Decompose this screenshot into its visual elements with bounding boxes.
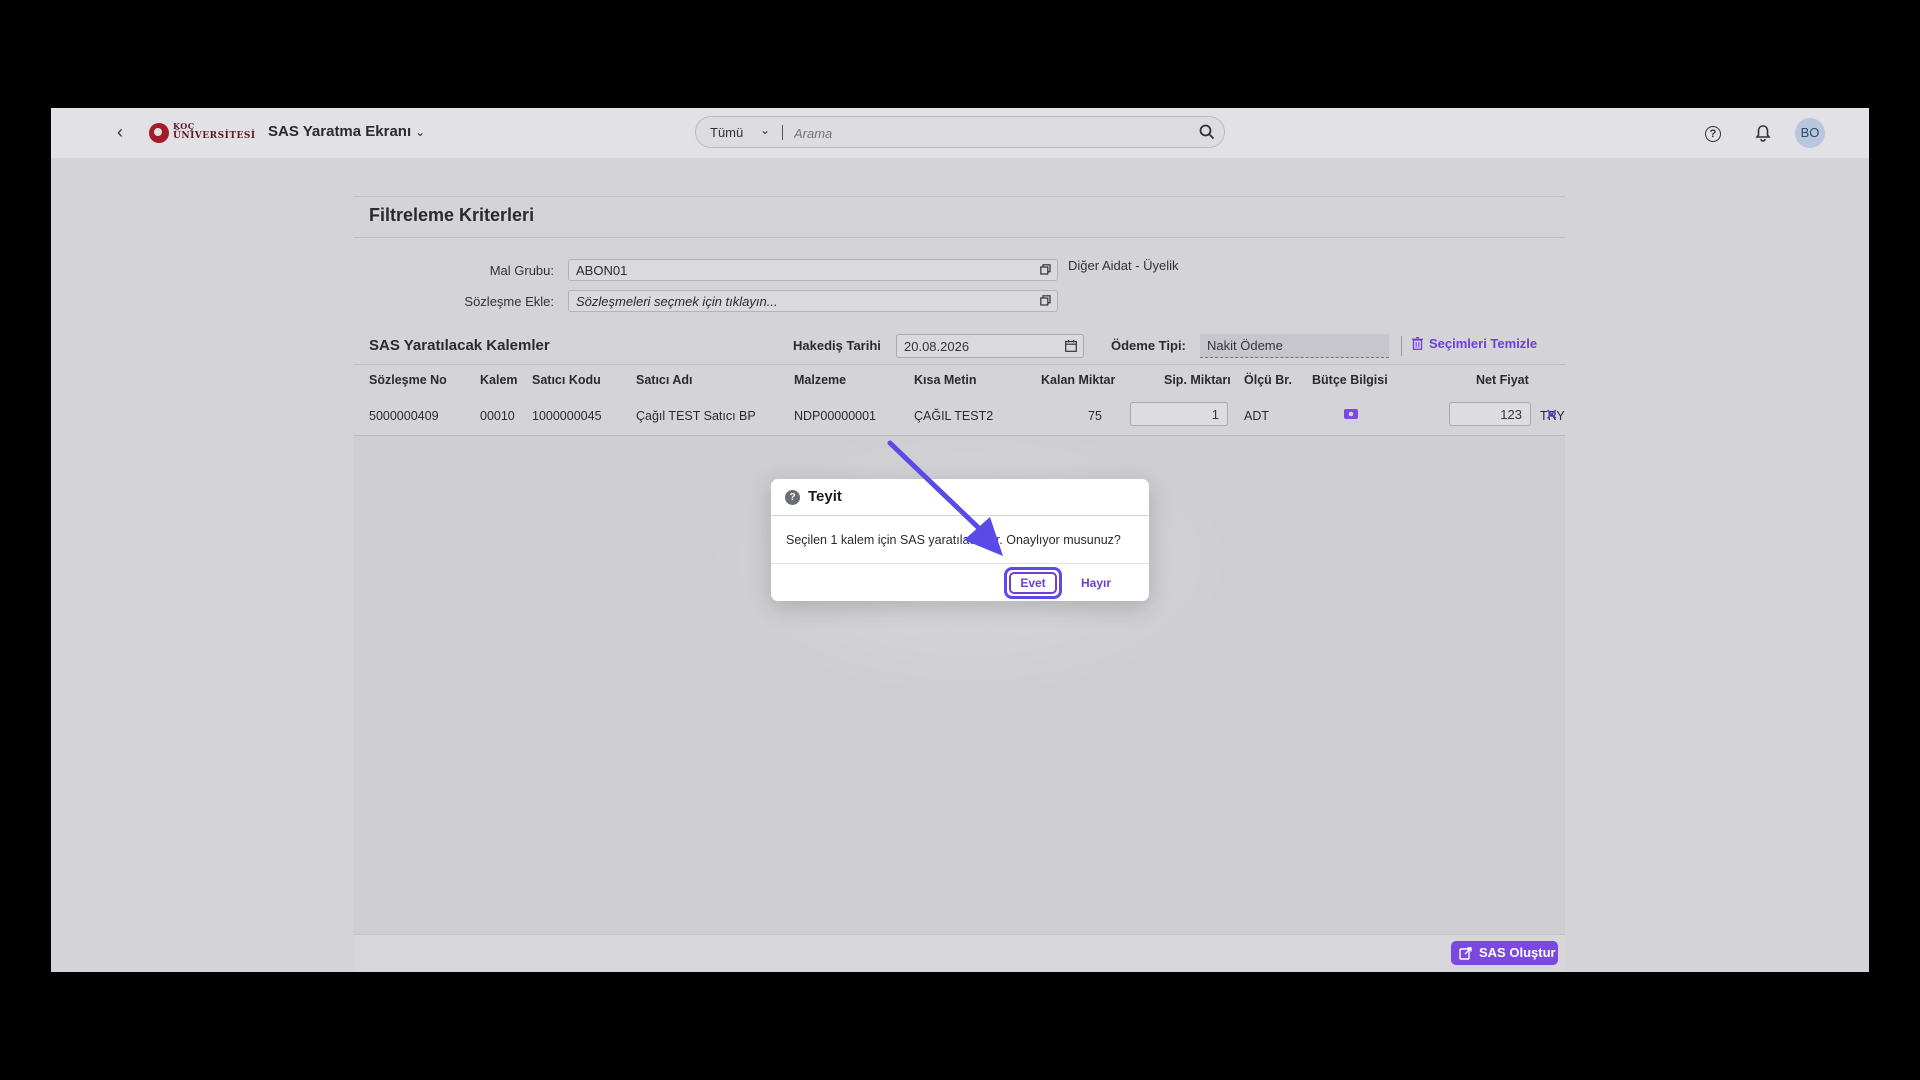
sozlesme-label: Sözleşme Ekle: <box>464 294 554 309</box>
value-help-icon[interactable] <box>1040 264 1051 275</box>
net-fiyat-input[interactable]: 123 <box>1449 402 1531 426</box>
dialog-title: Teyit <box>808 488 842 505</box>
evet-button[interactable]: Evet <box>1009 572 1057 594</box>
dialog-header: ? Teyit <box>771 479 1149 516</box>
mal-grubu-description: Diğer Aidat - Üyelik <box>1068 258 1179 273</box>
col-satici-kodu: Satıcı Kodu <box>532 373 601 387</box>
search-scope-select[interactable]: Tümü <box>710 125 743 140</box>
filter-form: Mal Grubu: ABON01 Diğer Aidat - Üyelik S… <box>354 238 1565 326</box>
university-logo[interactable]: KOÇ ÜNİVERSİTESİ <box>149 121 255 145</box>
col-sip-miktari: Sip. Miktarı <box>1164 373 1231 387</box>
shell-bar: ‹ KOÇ ÜNİVERSİTESİ SAS Yaratma Ekranı ⌄ T… <box>51 108 1869 158</box>
chevron-down-icon[interactable]: ⌄ <box>760 123 770 137</box>
page-top-strip <box>354 158 1565 197</box>
col-butce-bilgisi: Bütçe Bilgisi <box>1312 373 1388 387</box>
cell-malzeme: NDP00000001 <box>794 409 877 423</box>
col-net-fiyat: Net Fiyat <box>1476 373 1529 387</box>
confirm-dialog: ? Teyit Seçilen 1 kalem için SAS yaratıl… <box>771 479 1149 601</box>
odeme-label: Ödeme Tipi: <box>1111 338 1186 353</box>
cell-kalem: 00010 <box>480 409 515 423</box>
hakedis-date-picker[interactable]: 20.08.2026 <box>896 334 1084 358</box>
odeme-tipi-select[interactable]: Nakit Ödeme <box>1200 334 1389 358</box>
dialog-message: Seçilen 1 kalem için SAS yaratılacaktır.… <box>786 533 1121 547</box>
help-icon[interactable]: ? <box>1705 126 1721 142</box>
budget-info-icon[interactable] <box>1343 407 1359 421</box>
cell-olcu-br: ADT <box>1244 409 1269 423</box>
col-olcu-br: Ölçü Br. <box>1244 373 1292 387</box>
logo-line2: ÜNİVERSİTESİ <box>173 131 256 141</box>
items-title: SAS Yaratılacak Kalemler <box>369 337 550 354</box>
calendar-icon[interactable] <box>1065 340 1077 352</box>
cell-satici-adi: Çağıl TEST Satıcı BP <box>636 409 756 423</box>
sas-create-label: SAS Oluştur <box>1479 945 1556 960</box>
app-title-menu[interactable]: SAS Yaratma Ekranı ⌄ <box>268 123 425 140</box>
dialog-footer: Evet Hayır <box>771 563 1149 602</box>
mal-grubu-value: ABON01 <box>576 263 628 278</box>
cell-sozlesme-no: 5000000409 <box>369 409 439 423</box>
trash-icon <box>1412 337 1423 350</box>
mal-grubu-field[interactable]: ABON01 <box>568 259 1058 281</box>
page-footer: SAS Oluştur <box>354 934 1565 972</box>
col-kalan-miktar: Kalan Miktar <box>1041 373 1116 387</box>
question-icon: ? <box>785 490 800 505</box>
create-icon <box>1459 947 1472 960</box>
sas-create-button[interactable]: SAS Oluştur <box>1451 941 1558 965</box>
value-help-icon[interactable] <box>1040 295 1051 306</box>
items-table-header: Sözleşme No Kalem Satıcı Kodu Satıcı Adı… <box>354 365 1565 395</box>
col-satici-adi: Satıcı Adı <box>636 373 693 387</box>
filter-title: Filtreleme Kriterleri <box>369 205 535 225</box>
search-bar: Tümü ⌄ <box>695 116 1225 148</box>
filter-header: Filtreleme Kriterleri <box>354 197 1565 238</box>
items-toolbar: SAS Yaratılacak Kalemler Hakediş Tarihi … <box>354 326 1565 365</box>
sozlesme-field[interactable]: Sözleşmeleri seçmek için tıklayın... <box>568 290 1058 312</box>
search-divider <box>782 125 783 140</box>
app-title: SAS Yaratma Ekranı <box>268 123 412 140</box>
cell-satici-kodu: 1000000045 <box>532 409 602 423</box>
chevron-down-icon: ⌄ <box>415 125 426 139</box>
hakedis-label: Hakediş Tarihi <box>793 338 881 353</box>
mal-grubu-label: Mal Grubu: <box>489 263 554 278</box>
bell-icon[interactable] <box>1752 122 1774 144</box>
hayir-button[interactable]: Hayır <box>1073 572 1119 594</box>
cell-kalan-miktar: 75 <box>1088 409 1102 423</box>
logo-mark <box>149 123 169 143</box>
sozlesme-placeholder: Sözleşmeleri seçmek için tıklayın... <box>576 294 778 309</box>
hakedis-value: 20.08.2026 <box>904 339 970 354</box>
col-kalem: Kalem <box>480 373 518 387</box>
back-icon[interactable]: ‹ <box>110 122 130 142</box>
col-sozlesme-no: Sözleşme No <box>369 373 447 387</box>
avatar[interactable]: BO <box>1795 118 1825 148</box>
search-input[interactable] <box>792 123 1176 143</box>
clear-selections-button[interactable]: Seçimleri Temizle <box>1412 336 1537 351</box>
clear-selections-label: Seçimleri Temizle <box>1429 336 1538 351</box>
delete-row-icon[interactable]: ✕ <box>1545 405 1558 425</box>
logo-line1: KOÇ <box>173 121 195 131</box>
sip-miktari-input[interactable]: 1 <box>1130 402 1228 426</box>
col-malzeme: Malzeme <box>794 373 847 387</box>
toolbar-divider <box>1401 336 1402 356</box>
col-kisa-metin: Kısa Metin <box>914 373 977 387</box>
search-icon[interactable] <box>1198 123 1216 141</box>
